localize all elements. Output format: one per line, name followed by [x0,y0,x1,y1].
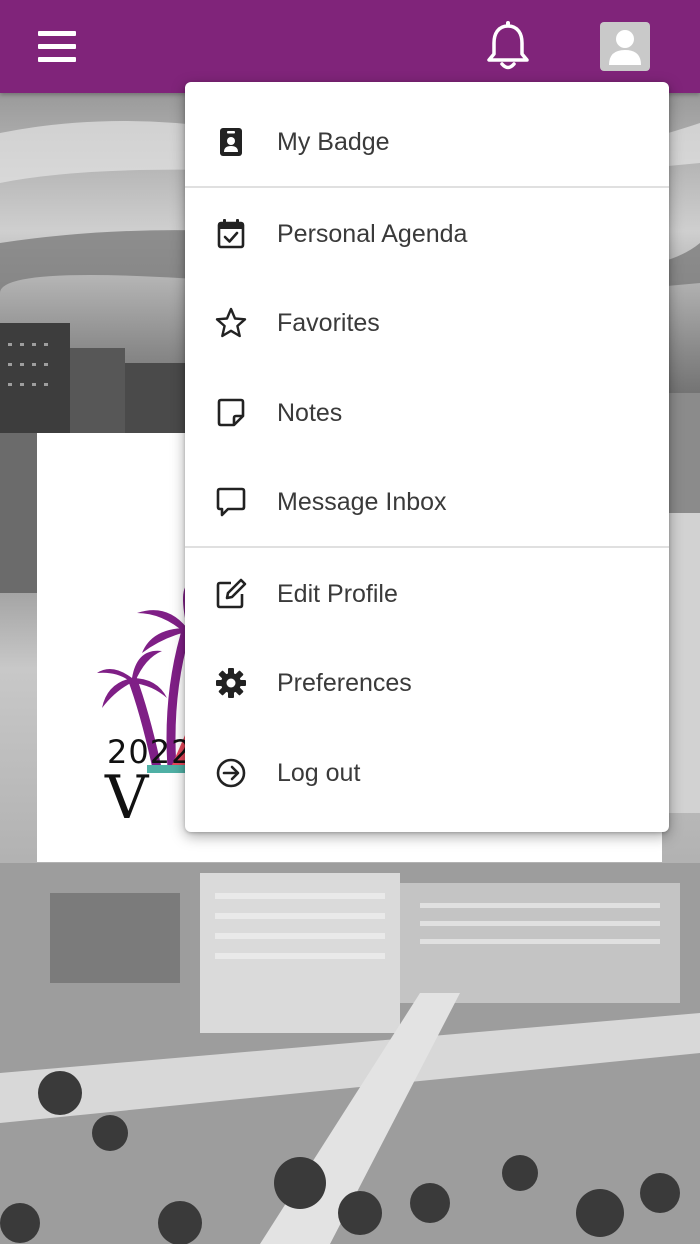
user-avatar-icon[interactable] [600,22,650,71]
menu-item-my-badge[interactable]: My Badge [185,97,669,187]
menu-item-label: Personal Agenda [277,219,468,248]
menu-item-notes[interactable]: Notes [185,368,669,458]
menu-item-message-inbox[interactable]: Message Inbox [185,457,669,547]
user-menu-dropdown: My Badge Personal Agenda Favorites Notes… [185,82,669,832]
top-app-bar [0,0,700,93]
menu-item-personal-agenda[interactable]: Personal Agenda [185,189,669,279]
menu-item-preferences[interactable]: Preferences [185,638,669,728]
chat-bubble-icon [213,484,249,520]
menu-divider [185,546,669,548]
menu-item-label: Favorites [277,308,380,337]
hamburger-menu-icon[interactable] [34,24,80,68]
event-edition-numeral: V [105,763,149,833]
menu-item-label: Edit Profile [277,579,398,608]
logout-icon [213,755,249,791]
menu-item-label: Notes [277,398,343,427]
menu-item-label: Preferences [277,668,412,697]
badge-icon [213,124,249,160]
menu-item-label: My Badge [277,127,390,156]
menu-item-edit-profile[interactable]: Edit Profile [185,549,669,639]
menu-item-label: Message Inbox [277,487,447,516]
star-icon [213,305,249,341]
menu-item-label: Log out [277,758,361,787]
menu-item-log-out[interactable]: Log out [185,728,669,818]
gear-icon [213,665,249,701]
edit-icon [213,576,249,612]
menu-item-favorites[interactable]: Favorites [185,278,669,368]
menu-divider [185,186,669,188]
bell-icon[interactable] [484,20,532,72]
calendar-check-icon [213,216,249,252]
note-icon [213,395,249,431]
